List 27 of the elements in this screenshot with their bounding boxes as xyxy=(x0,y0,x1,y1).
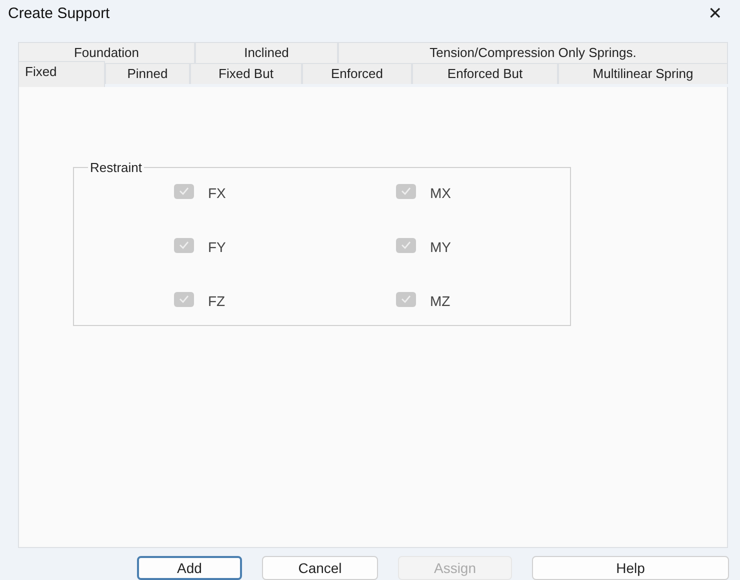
tab[interactable]: Enforced xyxy=(302,63,412,84)
checkbox-label: MY xyxy=(430,239,451,255)
tab[interactable]: Fixed xyxy=(18,61,105,87)
checkmark-icon xyxy=(179,187,189,195)
checkmark-icon xyxy=(179,295,189,303)
group-title: Restraint xyxy=(89,160,144,175)
checkmark-icon xyxy=(179,241,189,249)
dialog-button[interactable]: Help xyxy=(532,556,729,580)
checkbox-label: MZ xyxy=(430,293,450,309)
checkbox-label: FX xyxy=(208,185,226,201)
checkmark-icon xyxy=(401,295,411,303)
checkbox-label: FY xyxy=(208,239,226,255)
tab[interactable]: Foundation xyxy=(18,42,195,63)
close-button[interactable]: ✕ xyxy=(704,3,726,24)
tab[interactable]: Inclined xyxy=(195,42,338,63)
checkmark-icon xyxy=(401,241,411,249)
window-title: Create Support xyxy=(8,5,110,22)
tab[interactable]: Pinned xyxy=(105,63,190,84)
dialog-button[interactable]: Cancel xyxy=(262,556,378,580)
dialog-button[interactable]: Add xyxy=(137,556,242,580)
checkbox-label: MX xyxy=(430,185,451,201)
checkbox-label: FZ xyxy=(208,293,226,309)
tab[interactable]: Fixed But xyxy=(190,63,302,84)
tab[interactable]: Enforced But xyxy=(412,63,558,84)
checkmark-icon xyxy=(401,187,411,195)
tab[interactable]: Tension/Compression Only Springs. xyxy=(338,42,728,63)
tab[interactable]: Multilinear Spring xyxy=(558,63,728,84)
